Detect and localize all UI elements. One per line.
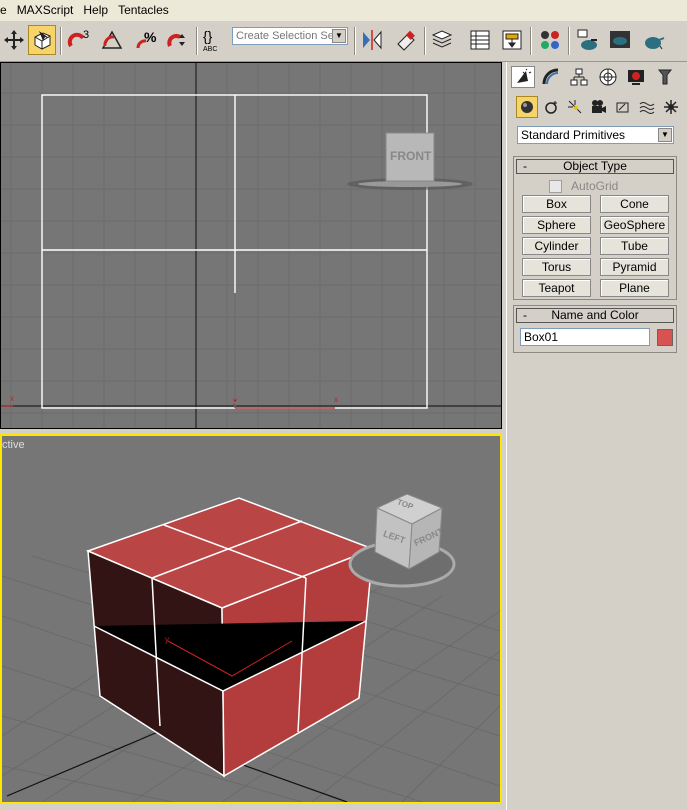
object-name-field[interactable]: Box01: [520, 328, 650, 346]
cameras-icon[interactable]: [588, 96, 610, 118]
render-setup-icon[interactable]: [574, 25, 602, 55]
object-category-tabs: [507, 94, 687, 118]
helpers-icon[interactable]: [612, 96, 634, 118]
autogrid-label: AutoGrid: [571, 179, 619, 193]
lights-icon[interactable]: [564, 96, 586, 118]
svg-text:y: y: [165, 635, 169, 644]
object-type-rollout-header[interactable]: - Object Type: [516, 159, 674, 174]
curve-editor-icon[interactable]: [466, 25, 494, 55]
command-panel: Standard Primitives ▼ - Object Type Auto…: [506, 62, 687, 810]
sphere-button[interactable]: Sphere: [522, 216, 591, 234]
hierarchy-tab-icon[interactable]: [567, 66, 591, 88]
spinner-snap-icon[interactable]: [164, 25, 192, 55]
viewcube[interactable]: FRONT: [346, 131, 474, 191]
edit-named-selections-icon[interactable]: {} ABC: [200, 25, 228, 55]
viewcube-front-label: FRONT: [390, 149, 432, 163]
svg-text:%: %: [144, 29, 157, 45]
space-warps-icon[interactable]: [636, 96, 658, 118]
utilities-tab-icon[interactable]: [653, 66, 677, 88]
autogrid-checkbox-box[interactable]: [549, 179, 562, 193]
cone-button[interactable]: Cone: [600, 195, 669, 213]
svg-text:3: 3: [83, 29, 89, 41]
svg-text:ABC: ABC: [203, 46, 217, 53]
menu-help[interactable]: Help: [78, 0, 113, 21]
percent-snap-icon[interactable]: %: [132, 25, 160, 55]
motion-tab-icon[interactable]: [596, 66, 620, 88]
object-color-swatch[interactable]: [657, 329, 673, 346]
selection-set-text: Create Selection Set: [236, 30, 337, 42]
quick-render-icon[interactable]: [640, 25, 668, 55]
select-object-icon[interactable]: [28, 25, 56, 55]
material-editor-icon[interactable]: [536, 25, 564, 55]
viewcube-3d[interactable]: TOP LEFT FRONT: [347, 493, 477, 589]
chevron-down-icon[interactable]: ▼: [658, 128, 672, 142]
geometry-icon[interactable]: [516, 96, 538, 118]
menu-edit[interactable]: e: [0, 0, 12, 21]
main-toolbar: 3 % {} ABC Create Selection Set ▼: [0, 21, 687, 62]
shapes-icon[interactable]: [540, 96, 562, 118]
top-viewport-canvas: x x y: [1, 63, 501, 428]
command-panel-tabs: [507, 64, 687, 90]
menu-bar: e MAXScript Help Tentacles: [0, 0, 687, 21]
tube-button[interactable]: Tube: [600, 237, 669, 255]
collapse-icon: -: [523, 308, 527, 322]
svg-text:{}: {}: [203, 28, 213, 44]
category-dropdown[interactable]: Standard Primitives ▼: [517, 126, 674, 144]
geosphere-button[interactable]: GeoSphere: [600, 216, 669, 234]
schematic-view-icon[interactable]: [498, 25, 526, 55]
perspective-viewport-canvas: y: [2, 497, 500, 802]
angle-snap-icon[interactable]: [98, 25, 126, 55]
menu-maxscript[interactable]: MAXScript: [12, 0, 79, 21]
create-tab-icon[interactable]: [511, 66, 535, 88]
perspective-viewport[interactable]: ctive y TOP LEFT FRONT: [0, 434, 502, 804]
snaps-toggle-icon[interactable]: 3: [66, 25, 94, 55]
svg-text:x: x: [10, 394, 14, 403]
box-button[interactable]: Box: [522, 195, 591, 213]
layer-manager-icon[interactable]: [428, 25, 456, 55]
teapot-button[interactable]: Teapot: [522, 279, 591, 297]
selection-set-dropdown[interactable]: Create Selection Set ▼: [232, 27, 348, 45]
systems-icon[interactable]: [660, 96, 682, 118]
name-and-color-rollout: - Name and Color Box01: [513, 305, 677, 353]
rendered-frame-icon[interactable]: [606, 25, 634, 55]
collapse-icon: -: [523, 159, 527, 173]
modify-tab-icon[interactable]: [539, 66, 563, 88]
svg-text:y: y: [233, 396, 237, 405]
plane-button[interactable]: Plane: [600, 279, 669, 297]
svg-text:x: x: [334, 395, 338, 404]
select-and-move-icon[interactable]: [0, 25, 28, 55]
top-viewport[interactable]: x x y FRONT: [0, 62, 502, 429]
menu-tentacles[interactable]: Tentacles: [113, 0, 174, 21]
align-icon[interactable]: [392, 25, 420, 55]
chevron-down-icon[interactable]: ▼: [332, 29, 346, 43]
autogrid-checkbox[interactable]: AutoGrid: [549, 179, 618, 193]
display-tab-icon[interactable]: [624, 66, 648, 88]
cylinder-button[interactable]: Cylinder: [522, 237, 591, 255]
object-type-rollout: - Object Type AutoGrid Box Cone Sphere G…: [513, 156, 677, 300]
torus-button[interactable]: Torus: [522, 258, 591, 276]
name-and-color-title: Name and Color: [551, 308, 639, 322]
category-dropdown-value: Standard Primitives: [521, 128, 626, 142]
object-type-title: Object Type: [563, 159, 627, 173]
mirror-icon[interactable]: [358, 25, 386, 55]
pyramid-button[interactable]: Pyramid: [600, 258, 669, 276]
name-and-color-rollout-header[interactable]: - Name and Color: [516, 308, 674, 323]
